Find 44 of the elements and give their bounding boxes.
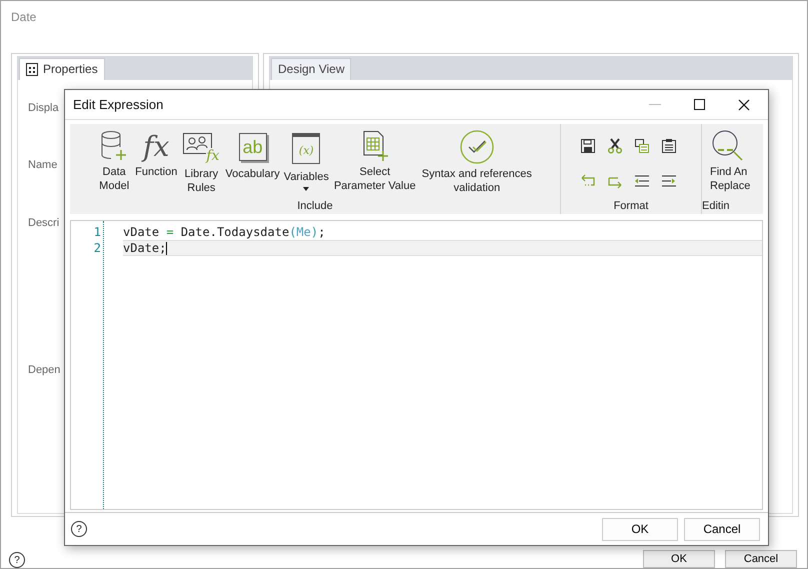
database-icon	[100, 130, 128, 162]
code-editor[interactable]: 1 2 vDate = Date.Todaysdate(Me); vDate;	[70, 220, 763, 510]
search-icon	[710, 130, 744, 162]
find-replace-button[interactable]: Find An Replace	[708, 130, 763, 193]
panel-tab[interactable]: Properties	[19, 58, 105, 80]
ribbon-button[interactable]: Select Parameter Value	[330, 130, 419, 193]
indent-icon	[661, 173, 677, 189]
group-label: Format	[614, 200, 648, 214]
dialog-button[interactable]: Cancel	[725, 550, 797, 568]
field-label: Name	[28, 158, 58, 171]
function-icon: fx	[143, 130, 170, 162]
maximize-icon[interactable]	[694, 99, 705, 110]
dialog-button[interactable]: Cancel	[684, 518, 760, 540]
ribbon-button[interactable]: Syntax and references validation	[418, 130, 535, 195]
dialog-title: Edit Expression	[73, 97, 164, 112]
variables-icon: (x)	[292, 133, 320, 164]
table-document-icon	[360, 130, 389, 162]
clipboard-icon	[661, 138, 677, 154]
field-label: Depen	[28, 364, 60, 376]
field-label: Descri	[28, 216, 60, 229]
ribbon-button[interactable]: (x) Variables	[282, 130, 331, 191]
window-title: Date	[10, 9, 38, 26]
help-icon[interactable]: ?	[71, 521, 87, 537]
notebook-icon: ab	[238, 133, 267, 161]
dialog-button[interactable]: OK	[602, 518, 678, 540]
field-label: Displa	[28, 102, 59, 114]
ribbon-button[interactable]: ab Vocabulary	[223, 130, 282, 181]
ribbon-button[interactable]: fx Library Rules	[179, 130, 224, 195]
help-icon[interactable]: ?	[9, 552, 25, 568]
dialog-button[interactable]: OK	[643, 550, 715, 568]
line-number: 2	[94, 240, 101, 256]
line-number: 1	[94, 224, 101, 240]
code-line: vDate = Date.Todaysdate(Me);	[123, 224, 326, 240]
close-icon[interactable]	[738, 98, 750, 110]
copy-icon	[634, 138, 650, 154]
ribbon-button[interactable]: Data Model	[95, 130, 134, 193]
grid-icon	[26, 62, 38, 76]
scissors-icon	[607, 138, 623, 154]
group-label: Include	[297, 200, 333, 214]
check-circle-icon	[460, 130, 494, 164]
ribbon-button[interactable]: fx Function	[133, 130, 180, 179]
outdent-icon	[634, 173, 650, 189]
panel-tab[interactable]: Design View	[271, 58, 352, 80]
group-label: Editin	[702, 200, 730, 214]
